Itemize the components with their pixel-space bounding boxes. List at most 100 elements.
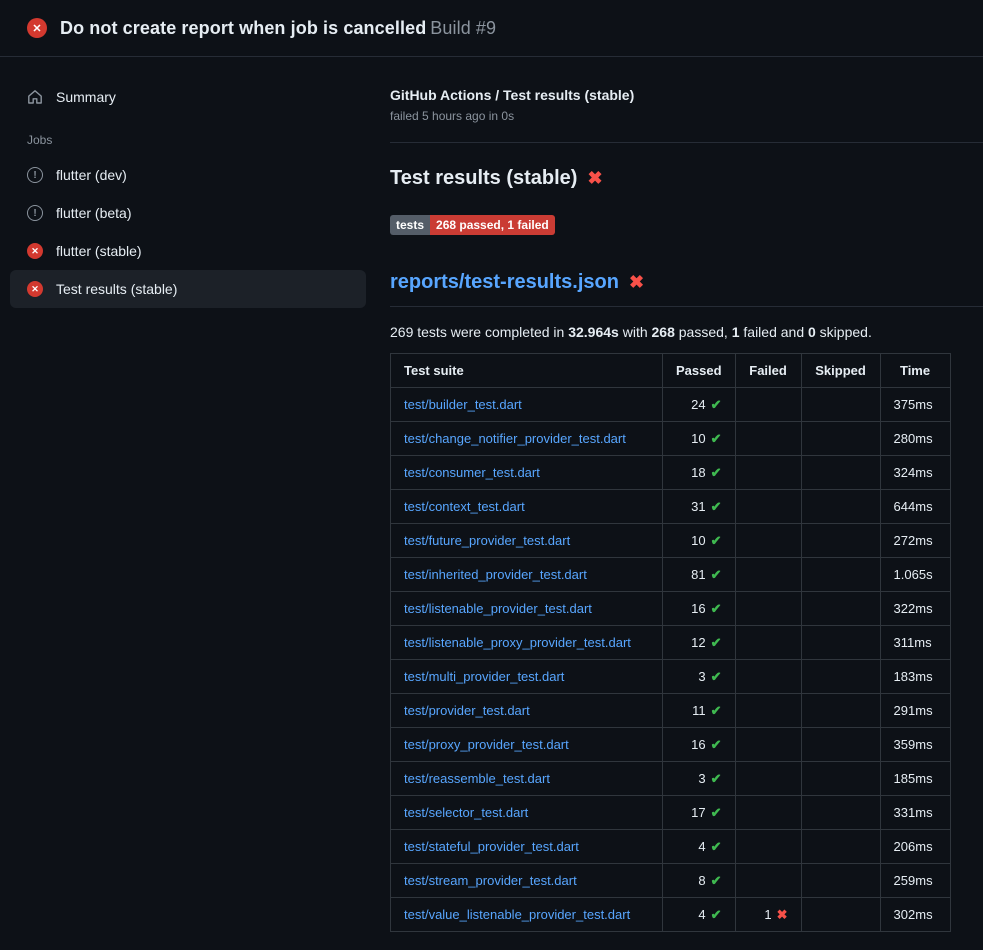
main-panel: GitHub Actions / Test results (stable) f… bbox=[380, 57, 983, 932]
divider bbox=[390, 142, 983, 143]
check-icon: ✔ bbox=[711, 669, 722, 684]
sidebar-item-label: flutter (stable) bbox=[56, 243, 142, 259]
passed-cell-count: 16 bbox=[691, 737, 705, 752]
summary-text: skipped. bbox=[816, 324, 872, 340]
skipped-cell bbox=[801, 694, 880, 728]
failed-cell bbox=[735, 558, 801, 592]
suite-cell: test/value_listenable_provider_test.dart bbox=[391, 898, 663, 932]
suite-cell: test/multi_provider_test.dart bbox=[391, 660, 663, 694]
passed-cell-count: 24 bbox=[691, 397, 705, 412]
passed-cell: 8✔ bbox=[663, 864, 736, 898]
failed-cell bbox=[735, 728, 801, 762]
sidebar-item-summary[interactable]: Summary bbox=[10, 78, 366, 116]
passed-cell-count: 18 bbox=[691, 465, 705, 480]
skipped-cell bbox=[801, 762, 880, 796]
column-header-passed: Passed bbox=[663, 354, 736, 388]
report-link[interactable]: reports/test-results.json bbox=[390, 271, 619, 294]
skipped-cell bbox=[801, 864, 880, 898]
passed-cell: 17✔ bbox=[663, 796, 736, 830]
passed-cell: 10✔ bbox=[663, 524, 736, 558]
suite-link[interactable]: test/context_test.dart bbox=[404, 499, 525, 514]
passed-cell: 11✔ bbox=[663, 694, 736, 728]
suite-link[interactable]: test/change_notifier_provider_test.dart bbox=[404, 431, 626, 446]
suite-cell: test/listenable_proxy_provider_test.dart bbox=[391, 626, 663, 660]
summary-text: 269 tests were completed in bbox=[390, 324, 568, 340]
passed-cell: 3✔ bbox=[663, 762, 736, 796]
suite-link[interactable]: test/listenable_proxy_provider_test.dart bbox=[404, 635, 631, 650]
failed-cell bbox=[735, 490, 801, 524]
table-row: test/builder_test.dart24✔375ms bbox=[391, 388, 951, 422]
failed-cell bbox=[735, 796, 801, 830]
passed-cell: 16 ✔ bbox=[663, 592, 736, 626]
summary-duration: 32.964s bbox=[568, 324, 619, 340]
suite-link[interactable]: test/future_provider_test.dart bbox=[404, 533, 570, 548]
suite-cell: test/selector_test.dart bbox=[391, 796, 663, 830]
suite-cell: test/consumer_test.dart bbox=[391, 456, 663, 490]
table-row: test/reassemble_test.dart3✔185ms bbox=[391, 762, 951, 796]
suite-link[interactable]: test/reassemble_test.dart bbox=[404, 771, 550, 786]
suite-link[interactable]: test/builder_test.dart bbox=[404, 397, 522, 412]
sidebar-item-job[interactable]: !flutter (dev) bbox=[10, 156, 366, 194]
suite-link[interactable]: test/inherited_provider_test.dart bbox=[404, 567, 587, 582]
badge-label: tests bbox=[390, 215, 430, 235]
passed-cell: 24✔ bbox=[663, 388, 736, 422]
suite-link[interactable]: test/consumer_test.dart bbox=[404, 465, 540, 480]
sidebar-item-label: flutter (beta) bbox=[56, 205, 131, 221]
skipped-cell bbox=[801, 558, 880, 592]
page-title: Do not create report when job is cancell… bbox=[60, 18, 496, 39]
passed-cell-count: 17 bbox=[691, 805, 705, 820]
failed-cell bbox=[735, 864, 801, 898]
jobs-list: !flutter (dev)!flutter (beta)✕flutter (s… bbox=[10, 156, 366, 308]
skipped-cell bbox=[801, 660, 880, 694]
sidebar-item-job[interactable]: ! flutter (beta) bbox=[10, 194, 366, 232]
failed-cell bbox=[735, 456, 801, 490]
skipped-cell bbox=[801, 728, 880, 762]
breadcrumb: GitHub Actions / Test results (stable) bbox=[390, 87, 983, 103]
suite-link[interactable]: test/value_listenable_provider_test.dart bbox=[404, 907, 630, 922]
check-icon: ✔ bbox=[711, 533, 722, 548]
table-row: test/future_provider_test.dart10✔272ms bbox=[391, 524, 951, 558]
suite-link[interactable]: test/listenable_provider_test.dart bbox=[404, 601, 592, 616]
summary-line: 269 tests were completed in 32.964s with… bbox=[390, 324, 983, 340]
passed-cell: 3✔ bbox=[663, 660, 736, 694]
table-row: test/change_notifier_provider_test.dart 1… bbox=[391, 422, 951, 456]
x-circle-icon: ✕ bbox=[27, 281, 43, 297]
summary-text: passed, bbox=[675, 324, 732, 340]
failed-cell: 1✖ bbox=[735, 898, 801, 932]
suite-link[interactable]: test/selector_test.dart bbox=[404, 805, 528, 820]
check-icon: ✔ bbox=[711, 601, 722, 616]
time-cell: 183ms bbox=[880, 660, 950, 694]
passed-cell: 4✔ bbox=[663, 830, 736, 864]
run-title: Do not create report when job is cancell… bbox=[60, 18, 426, 38]
failed-cell-count: 1 bbox=[764, 907, 771, 922]
passed-cell-count: 10 bbox=[691, 431, 705, 446]
time-cell: 280ms bbox=[880, 422, 950, 456]
suite-link[interactable]: test/stateful_provider_test.dart bbox=[404, 839, 579, 854]
check-icon: ✔ bbox=[711, 873, 722, 888]
neutral-circle-icon: ! bbox=[27, 205, 43, 221]
summary-failed-count: 1 bbox=[732, 324, 740, 340]
time-cell: 359ms bbox=[880, 728, 950, 762]
suite-link[interactable]: test/stream_provider_test.dart bbox=[404, 873, 577, 888]
failed-cell bbox=[735, 694, 801, 728]
passed-cell-count: 16 bbox=[691, 601, 705, 616]
table-row: test/value_listenable_provider_test.dart… bbox=[391, 898, 951, 932]
suite-link[interactable]: test/multi_provider_test.dart bbox=[404, 669, 564, 684]
time-cell: 302ms bbox=[880, 898, 950, 932]
sidebar-item-job[interactable]: ✕flutter (stable) bbox=[10, 232, 366, 270]
skipped-cell bbox=[801, 898, 880, 932]
jobs-section-label: Jobs bbox=[10, 116, 366, 156]
skipped-cell bbox=[801, 592, 880, 626]
badge-value: 268 passed, 1 failed bbox=[430, 215, 555, 235]
section-title: Test results (stable) ✖ bbox=[390, 167, 983, 190]
neutral-circle-icon: ! bbox=[27, 167, 43, 183]
suite-link[interactable]: test/provider_test.dart bbox=[404, 703, 530, 718]
summary-skipped-count: 0 bbox=[808, 324, 816, 340]
failed-cell bbox=[735, 660, 801, 694]
suite-cell: test/listenable_provider_test.dart bbox=[391, 592, 663, 626]
suite-link[interactable]: test/proxy_provider_test.dart bbox=[404, 737, 569, 752]
passed-cell-count: 3 bbox=[698, 669, 705, 684]
time-cell: 259ms bbox=[880, 864, 950, 898]
column-header-skipped: Skipped bbox=[801, 354, 880, 388]
sidebar-item-job[interactable]: ✕Test results (stable) bbox=[10, 270, 366, 308]
